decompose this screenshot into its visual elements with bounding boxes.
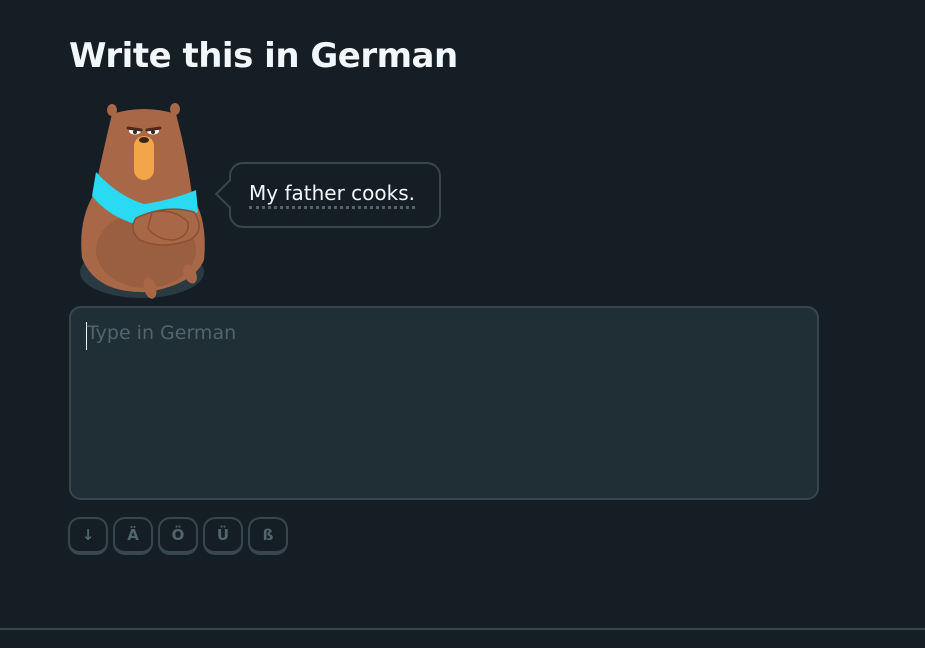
challenge-screen: Write this in German My father cooks. Ty… — [0, 0, 925, 648]
bear-character-icon — [78, 100, 210, 302]
key-eszett[interactable]: ß — [248, 517, 288, 555]
text-caret — [86, 322, 87, 350]
key-a-umlaut[interactable]: Ä — [113, 517, 153, 555]
prompt-sentence[interactable]: My father cooks. — [249, 183, 415, 209]
key-u-umlaut[interactable]: Ü — [203, 517, 243, 555]
collapse-keyboard-button[interactable]: ↓ — [68, 517, 108, 555]
speech-bubble-tail — [214, 179, 244, 209]
footer-divider — [0, 628, 925, 630]
special-characters-keyboard: ↓ Ä Ö Ü ß — [68, 517, 288, 555]
key-o-umlaut[interactable]: Ö — [158, 517, 198, 555]
challenge-title: Write this in German — [69, 36, 458, 76]
speech-bubble: My father cooks. — [214, 162, 441, 228]
answer-input[interactable] — [69, 306, 819, 500]
